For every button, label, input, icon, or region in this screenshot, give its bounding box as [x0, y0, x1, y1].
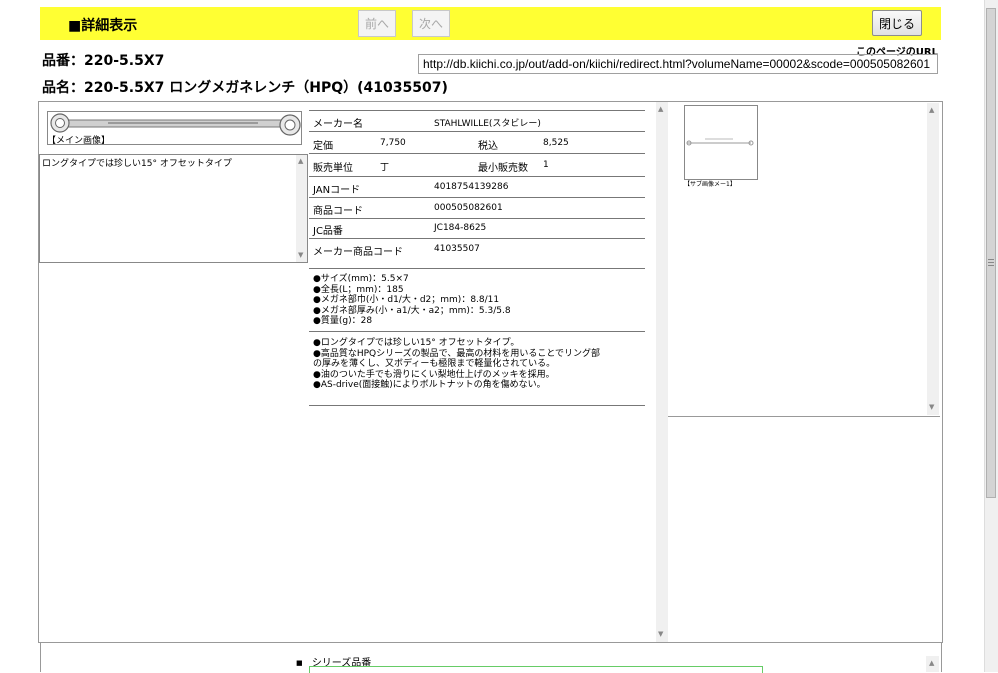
- page-scrollbar-thumb[interactable]: [986, 8, 996, 498]
- scroll-up-icon[interactable]: ▲: [929, 659, 934, 667]
- series-scrollbar[interactable]: ▲: [926, 656, 939, 672]
- tax-in-value: 8,525: [543, 138, 569, 148]
- sub-image-scrollbar[interactable]: ▲ ▼: [927, 103, 939, 415]
- prev-button[interactable]: 前へ: [358, 10, 396, 37]
- table-divider: [309, 238, 645, 239]
- wrench-image: [686, 138, 754, 146]
- features-list: ●ロングタイプでは珍しい15° オフセットタイプ。 ●高品質なHPQシリーズの製…: [313, 338, 600, 391]
- table-divider: [309, 131, 645, 132]
- table-divider: [309, 110, 645, 111]
- list-item: ●高品質なHPQシリーズの製品で、最高の材料を用いることでリング部: [313, 348, 601, 359]
- maker-code-value: 41035507: [434, 244, 480, 254]
- bullet-icon: ■: [296, 659, 303, 667]
- list-item: ●メガネ部厚み(小・a1/大・a2；mm)：5.3/5.8: [313, 305, 511, 316]
- jc-label: JC品番: [313, 226, 343, 237]
- url-field[interactable]: http://db.kiichi.co.jp/out/add-on/kiichi…: [418, 54, 938, 74]
- list-item: ●サイズ(mm)：5.5×7: [313, 274, 409, 284]
- sub-image-thumbnail[interactable]: [684, 105, 758, 180]
- list-item: ●メガネ部巾(小・d1/大・d2；mm)：8.8/11: [313, 295, 500, 305]
- list-item: ●ロングタイプでは珍しい15° オフセットタイプ。: [313, 338, 520, 348]
- description-scrollbar[interactable]: ▲ ▼: [296, 155, 307, 262]
- list-item: ●全長(L；mm)：185: [313, 284, 404, 295]
- maker-label: メーカー名: [313, 119, 363, 130]
- table-divider: [309, 268, 645, 269]
- list-price-value: 7,750: [380, 138, 406, 148]
- main-image-caption: 【メイン画像】: [47, 136, 111, 146]
- next-button[interactable]: 次へ: [412, 10, 450, 37]
- list-item: ●油のついた手でも滑りにくい梨地仕上げのメッキを採用。: [313, 369, 555, 380]
- close-button[interactable]: 閉じる: [872, 10, 922, 36]
- description-box: ロングタイプでは珍しい15° オフセットタイプ: [39, 154, 308, 263]
- sub-image-caption: 【サブ画像メー1】: [684, 181, 736, 188]
- detail-scrollbar[interactable]: ▲ ▼: [656, 102, 668, 642]
- jc-value: JC184-8625: [434, 223, 487, 233]
- description-text: ロングタイプでは珍しい15° オフセットタイプ: [42, 159, 232, 169]
- table-divider: [309, 331, 645, 332]
- jan-value: 4018754139286: [434, 182, 509, 192]
- table-divider: [309, 218, 645, 219]
- part-name: 品名：220-5.5X7 ロングメガネレンチ（HPQ）(41035507): [42, 80, 448, 96]
- list-price-label: 定価: [313, 141, 333, 152]
- scroll-down-icon[interactable]: ▼: [298, 251, 303, 259]
- table-divider: [309, 405, 645, 406]
- jan-label: JANコード: [313, 185, 361, 196]
- header-bar: ■詳細表示 前へ 次へ 閉じる: [40, 7, 941, 40]
- scroll-down-icon[interactable]: ▼: [658, 630, 663, 638]
- unit-label: 販売単位: [313, 163, 353, 174]
- scroll-up-icon[interactable]: ▲: [298, 157, 303, 165]
- tax-in-label: 税込: [478, 141, 498, 152]
- scroll-up-icon[interactable]: ▲: [658, 105, 663, 113]
- product-code-value: 000505082601: [434, 203, 503, 213]
- page-title: ■詳細表示: [68, 18, 138, 34]
- table-divider: [309, 176, 645, 177]
- thumb-grip: [988, 259, 994, 260]
- maker-code-label: メーカー商品コード: [313, 247, 403, 258]
- dimensions-list: ●サイズ(mm)：5.5×7 ●全長(L；mm)：185 ●メガネ部巾(小・d1…: [313, 274, 511, 327]
- part-number: 品番：220-5.5X7: [42, 53, 165, 69]
- list-item: ●質量(g)：28: [313, 316, 373, 326]
- thumb-grip: [988, 265, 994, 266]
- list-item: ●AS-drive(面接触)によりボルトナットの角を傷めない。: [313, 380, 546, 390]
- scroll-up-icon[interactable]: ▲: [929, 106, 934, 114]
- list-item: の厚みを薄くし、又ボディーも極限まで軽量化されている。: [313, 359, 556, 369]
- scroll-down-icon[interactable]: ▼: [929, 403, 934, 411]
- table-divider: [309, 153, 645, 154]
- unit-value: 丁: [380, 163, 390, 173]
- table-divider: [309, 197, 645, 198]
- min-qty-value: 1: [543, 160, 549, 170]
- product-code-label: 商品コード: [313, 206, 363, 217]
- min-qty-label: 最小販売数: [478, 163, 528, 174]
- thumb-grip: [988, 262, 994, 263]
- maker-value: STAHLWILLE(スタビレー): [434, 119, 541, 129]
